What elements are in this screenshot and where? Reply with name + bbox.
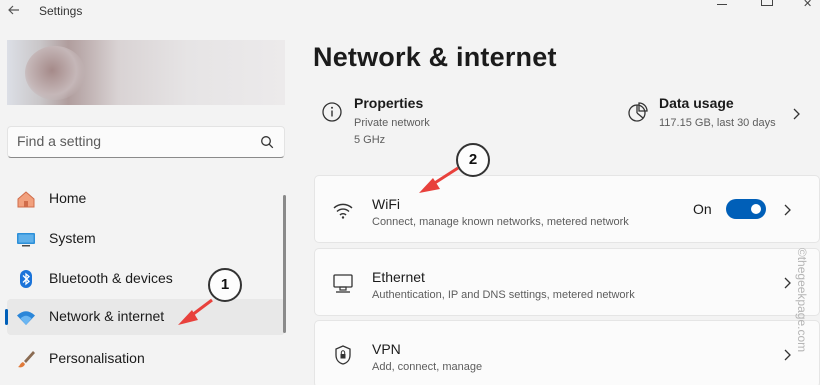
sidebar-item-system[interactable]: System bbox=[7, 221, 285, 257]
home-icon bbox=[17, 191, 35, 208]
sidebar-item-network[interactable]: Network & internet bbox=[5, 299, 285, 335]
watermark: ©thegeekpage.com bbox=[791, 225, 813, 375]
brush-icon bbox=[18, 351, 35, 368]
title-bar: Settings ✕ bbox=[0, 0, 820, 22]
active-indicator bbox=[5, 309, 8, 325]
toggle-knob bbox=[751, 204, 761, 214]
search-box[interactable] bbox=[7, 126, 285, 158]
bluetooth-icon bbox=[20, 270, 32, 288]
info-icon bbox=[322, 102, 342, 122]
sidebar-scrollbar[interactable] bbox=[283, 195, 286, 333]
wifi-card[interactable]: WiFi Connect, manage known networks, met… bbox=[314, 175, 820, 243]
maximize-button[interactable] bbox=[761, 0, 773, 6]
watermark-text: ©thegeekpage.com bbox=[795, 247, 809, 353]
sidebar-item-personalisation[interactable]: Personalisation bbox=[7, 341, 285, 377]
sidebar-item-label: Home bbox=[49, 190, 87, 206]
card-description: Add, connect, manage bbox=[372, 361, 483, 373]
shield-icon bbox=[335, 345, 351, 365]
wifi-icon bbox=[333, 203, 353, 219]
search-icon[interactable] bbox=[260, 135, 274, 149]
avatar bbox=[25, 46, 85, 100]
card-title: Ethernet bbox=[372, 269, 425, 285]
card-description: Authentication, IP and DNS settings, met… bbox=[372, 289, 635, 301]
network-band: 5 GHz bbox=[354, 134, 386, 146]
properties-link[interactable]: Properties Private network 5 GHz bbox=[321, 93, 581, 153]
wifi-icon bbox=[17, 311, 35, 325]
chevron-right-icon bbox=[784, 204, 791, 216]
window-title: Settings bbox=[39, 4, 83, 18]
wifi-toggle[interactable] bbox=[726, 199, 766, 219]
data-usage-link[interactable]: Data usage 117.15 GB, last 30 days bbox=[626, 93, 816, 153]
page-title: Network & internet bbox=[313, 42, 557, 72]
monitor-icon bbox=[17, 233, 35, 247]
back-arrow-icon[interactable] bbox=[6, 2, 22, 18]
sidebar-item-label: Bluetooth & devices bbox=[49, 270, 173, 286]
toggle-state-label: On bbox=[693, 201, 712, 217]
sidebar-item-bluetooth[interactable]: Bluetooth & devices bbox=[7, 261, 285, 297]
properties-title: Properties bbox=[354, 95, 424, 111]
sidebar-item-home[interactable]: Home bbox=[7, 181, 285, 217]
ethernet-icon bbox=[333, 274, 353, 293]
chevron-right-icon bbox=[793, 108, 800, 120]
sidebar-item-label: Network & internet bbox=[49, 308, 165, 324]
close-button[interactable]: ✕ bbox=[803, 0, 812, 10]
data-usage-title: Data usage bbox=[659, 95, 734, 111]
search-input[interactable] bbox=[17, 133, 247, 149]
data-usage-amount: 117.15 GB, last 30 days bbox=[659, 117, 776, 129]
card-title: WiFi bbox=[372, 196, 400, 212]
step-1-badge: 1 bbox=[208, 268, 242, 302]
ethernet-card[interactable]: Ethernet Authentication, IP and DNS sett… bbox=[314, 248, 820, 316]
card-description: Connect, manage known networks, metered … bbox=[372, 216, 629, 228]
sidebar-item-label: System bbox=[49, 230, 96, 246]
card-title: VPN bbox=[372, 341, 401, 357]
vpn-card[interactable]: VPN Add, connect, manage bbox=[314, 320, 820, 385]
user-profile-banner[interactable] bbox=[7, 40, 285, 105]
step-2-badge: 2 bbox=[456, 143, 490, 177]
sidebar-item-label: Personalisation bbox=[49, 350, 145, 366]
pie-chart-icon bbox=[628, 102, 648, 122]
network-type: Private network bbox=[354, 117, 430, 129]
minimize-button[interactable] bbox=[717, 4, 727, 5]
